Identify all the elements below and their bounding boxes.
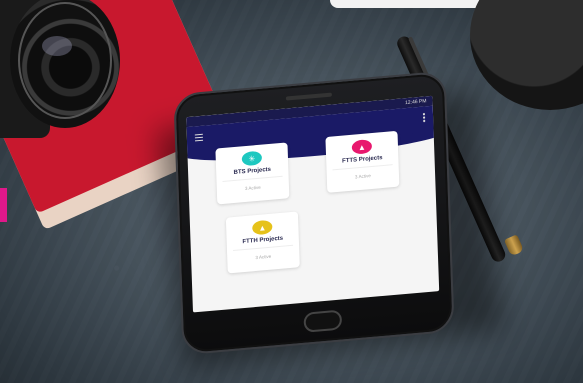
camera: [0, 0, 120, 138]
tower-icon: ✳: [241, 150, 263, 167]
earpiece: [285, 92, 332, 101]
home-network-icon: ▲: [252, 219, 273, 236]
card-divider: [222, 175, 283, 182]
project-card-ftts[interactable]: ▲ FTTS Projects 3 Active: [325, 130, 400, 193]
card-divider: [332, 164, 393, 171]
phone-screen: 12:46 PM ✳ BTS Projects 3 Active ▲ FTTS …: [186, 95, 440, 313]
project-card-bts[interactable]: ✳ BTS Projects 3 Active: [215, 142, 290, 205]
lens-glint: [42, 36, 72, 56]
card-subtitle: 3 Active: [255, 253, 272, 261]
more-options-icon[interactable]: [422, 112, 426, 123]
lens-ring: [18, 2, 112, 119]
desk-scene: 12:46 PM ✳ BTS Projects 3 Active ▲ FTTS …: [0, 0, 583, 383]
card-subtitle: 3 Active: [244, 184, 261, 192]
status-time: 12:46 PM: [404, 98, 427, 107]
network-icon: ▲: [351, 139, 373, 155]
home-button[interactable]: [303, 309, 343, 333]
project-card-ftth[interactable]: ▲ FTTH Projects 3 Active: [225, 211, 300, 274]
hamburger-menu-icon[interactable]: [194, 133, 204, 142]
smartphone: 12:46 PM ✳ BTS Projects 3 Active ▲ FTTS …: [173, 70, 455, 356]
card-subtitle: 3 Active: [354, 173, 371, 180]
pink-book-edge: [0, 188, 7, 222]
card-divider: [232, 244, 294, 252]
